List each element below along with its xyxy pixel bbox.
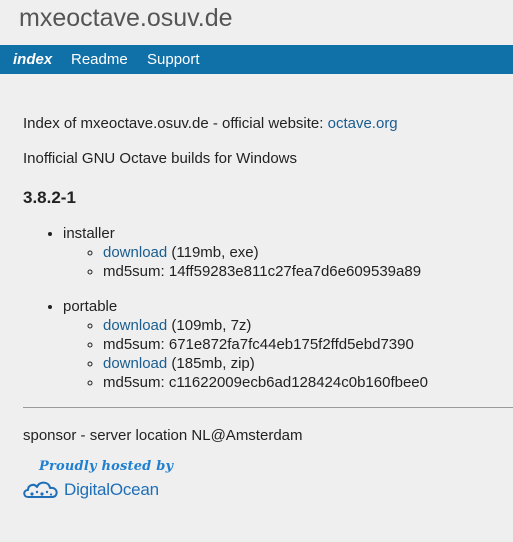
- portable-zip-download-link[interactable]: download: [103, 355, 167, 372]
- nav-item-readme[interactable]: Readme: [71, 45, 128, 74]
- list-item-portable-7z: download (109mb, 7z): [103, 316, 428, 335]
- index-paragraph: Index of mxeoctave.osuv.de - official we…: [23, 112, 398, 136]
- installer-sublist: download (119mb, exe) md5sum: 14ff59283e…: [63, 243, 421, 281]
- list-item-portable-zip: download (185mb, zip): [103, 354, 428, 373]
- list-item-installer: installer download (119mb, exe) md5sum: …: [63, 224, 421, 281]
- portable-label: portable: [63, 298, 118, 315]
- list-item-portable: portable download (109mb, 7z) md5sum: 67…: [63, 297, 428, 392]
- cloud-icon: [23, 481, 58, 498]
- portable-zip-md5sum: md5sum: c11622009ecb6ad128424c0b160fbee0: [103, 373, 428, 392]
- index-text: Index of mxeoctave.osuv.de - official we…: [23, 115, 328, 132]
- description-text: Inofficial GNU Octave builds for Windows: [23, 150, 297, 167]
- divider: [23, 407, 513, 408]
- octave-org-link[interactable]: octave.org: [328, 115, 398, 132]
- installer-label: installer: [63, 225, 115, 242]
- sponsor-text: sponsor - server location NL@Amsterdam: [23, 427, 303, 444]
- installer-md5sum: md5sum: 14ff59283e811c27fea7d6e609539a89: [103, 262, 421, 281]
- list-item-installer-download: download (119mb, exe): [103, 243, 421, 262]
- site-title: mxeoctave.osuv.de: [19, 4, 233, 32]
- main-navbar: index Readme Support: [0, 45, 513, 74]
- installer-download-link[interactable]: download: [103, 244, 167, 261]
- digitalocean-logo-text: DigitalOcean: [64, 480, 159, 499]
- version-heading: 3.8.2-1: [23, 188, 76, 207]
- digitalocean-badge[interactable]: Proudly hosted by DigitalOcean: [22, 458, 174, 502]
- portable-7z-size: (109mb, 7z): [167, 317, 252, 334]
- portable-zip-size: (185mb, zip): [167, 355, 255, 372]
- portable-list: portable download (109mb, 7z) md5sum: 67…: [23, 297, 428, 392]
- portable-7z-download-link[interactable]: download: [103, 317, 167, 334]
- installer-download-size: (119mb, exe): [167, 244, 259, 261]
- badge-proudly-hosted-text: Proudly hosted by: [39, 459, 174, 474]
- installer-list: installer download (119mb, exe) md5sum: …: [23, 224, 421, 281]
- portable-7z-md5sum: md5sum: 671e872fa7fc44eb175f2ffd5ebd7390: [103, 335, 428, 354]
- portable-sublist: download (109mb, 7z) md5sum: 671e872fa7f…: [63, 316, 428, 392]
- nav-item-index[interactable]: index: [13, 45, 52, 74]
- nav-item-support[interactable]: Support: [147, 45, 200, 74]
